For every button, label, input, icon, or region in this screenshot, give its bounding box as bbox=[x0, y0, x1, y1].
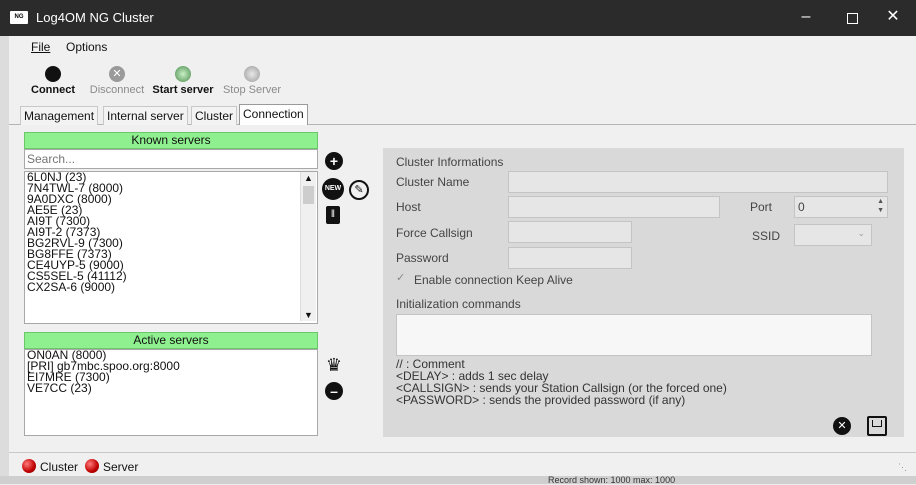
remove-active-server-button[interactable]: – bbox=[325, 382, 343, 400]
port-label: Port bbox=[750, 200, 773, 214]
menu-bar bbox=[9, 36, 916, 58]
force-callsign-label: Force Callsign bbox=[396, 226, 473, 240]
init-commands-textarea[interactable] bbox=[396, 314, 872, 356]
save-icon bbox=[872, 420, 882, 427]
active-server-item[interactable]: VE7CC (23) bbox=[25, 382, 317, 394]
keepalive-checkbox[interactable]: ✓ bbox=[396, 272, 408, 284]
port-value: 0 bbox=[798, 200, 805, 214]
menu-file-label: File bbox=[31, 40, 51, 54]
stop-server-button[interactable]: Stop Server bbox=[218, 60, 286, 96]
ssid-label: SSID bbox=[752, 229, 781, 243]
init-commands-label: Initialization commands bbox=[396, 297, 521, 311]
known-servers-list[interactable]: 6L0NJ (23) 7N4TWL-7 (8000) 9A0DXC (8000) AE… bbox=[24, 171, 318, 324]
new-server-button[interactable]: NEW bbox=[322, 178, 344, 200]
tab-cluster[interactable]: Cluster bbox=[191, 106, 238, 125]
log4om-icon: NG bbox=[10, 11, 28, 24]
password-label: Password bbox=[396, 251, 449, 265]
connect-button[interactable]: Connect bbox=[25, 60, 81, 96]
password-field[interactable] bbox=[508, 247, 632, 269]
add-server-button[interactable]: + bbox=[325, 152, 343, 170]
keepalive-label: Enable connection Keep Alive bbox=[414, 273, 573, 287]
scroll-up-icon[interactable]: ▲ bbox=[301, 172, 316, 184]
connect-icon bbox=[45, 66, 61, 82]
known-server-item[interactable]: CX2SA-6 (9000) bbox=[25, 281, 317, 293]
tab-connection[interactable]: Connection bbox=[239, 104, 308, 125]
save-button[interactable] bbox=[867, 416, 887, 436]
menu-file[interactable]: File bbox=[31, 40, 50, 54]
chevron-down-icon: ⌄ bbox=[857, 228, 865, 238]
active-servers-header: Active servers bbox=[24, 332, 318, 349]
status-bar bbox=[9, 452, 916, 477]
start-server-button[interactable]: Start server bbox=[150, 60, 216, 96]
set-primary-button[interactable]: ♛ bbox=[325, 356, 343, 374]
disconnect-label: Disconnect bbox=[89, 84, 145, 96]
maximize-button[interactable] bbox=[829, 0, 875, 36]
force-callsign-field[interactable] bbox=[508, 221, 632, 243]
start-server-icon bbox=[175, 66, 191, 82]
cancel-button[interactable]: ✕ bbox=[833, 417, 851, 435]
host-field[interactable] bbox=[508, 196, 720, 218]
window-title: Log4OM NG Cluster bbox=[36, 10, 154, 25]
connect-label: Connect bbox=[31, 84, 75, 96]
tab-management[interactable]: Management bbox=[20, 106, 99, 125]
close-window-button[interactable]: ✕ bbox=[870, 0, 916, 36]
minimize-button[interactable]: – bbox=[783, 0, 829, 36]
server-status-led bbox=[85, 459, 99, 473]
resize-grip-icon[interactable]: ⋱ bbox=[898, 462, 907, 473]
cluster-name-field[interactable] bbox=[508, 171, 888, 193]
known-servers-header: Known servers bbox=[24, 132, 318, 149]
ssid-select[interactable]: ⌄ bbox=[794, 224, 872, 246]
cluster-status-led bbox=[22, 459, 36, 473]
disconnect-button[interactable]: ✕ Disconnect bbox=[82, 60, 152, 96]
stop-server-icon bbox=[244, 66, 260, 82]
disconnect-icon: ✕ bbox=[109, 66, 125, 82]
stop-server-label: Stop Server bbox=[222, 84, 282, 96]
tab-internal-server[interactable]: Internal server bbox=[103, 106, 188, 125]
host-label: Host bbox=[396, 200, 421, 214]
search-input[interactable] bbox=[24, 149, 318, 169]
scroll-thumb[interactable] bbox=[303, 186, 314, 204]
scroll-down-icon[interactable]: ▼ bbox=[301, 309, 316, 321]
known-servers-scrollbar[interactable]: ▲ ▼ bbox=[300, 172, 316, 321]
background-record-text: Record shown: 1000 max: 1000 bbox=[548, 475, 676, 485]
edit-server-button[interactable]: ✎ bbox=[349, 180, 369, 200]
server-status-label: Server bbox=[103, 460, 139, 474]
background-window-strip: Record shown: 1000 max: 1000 bbox=[0, 475, 916, 485]
cluster-info-title: Cluster Informations bbox=[396, 155, 504, 169]
cluster-name-label: Cluster Name bbox=[396, 175, 470, 189]
active-servers-list[interactable]: ON0AN (8000) [PRI] gb7mbc.spoo.org:8000 EI… bbox=[24, 349, 318, 436]
delete-server-button[interactable]: ‖ bbox=[326, 206, 340, 224]
port-spin-icon[interactable]: ▲ ▼ bbox=[877, 197, 884, 215]
start-server-label: Start server bbox=[152, 84, 214, 96]
help-line-password: <PASSWORD> : sends the provided password… bbox=[396, 393, 686, 407]
cluster-status-label: Cluster bbox=[40, 460, 79, 474]
menu-options[interactable]: Options bbox=[66, 40, 107, 54]
port-stepper[interactable]: 0 ▲ ▼ bbox=[794, 196, 888, 218]
